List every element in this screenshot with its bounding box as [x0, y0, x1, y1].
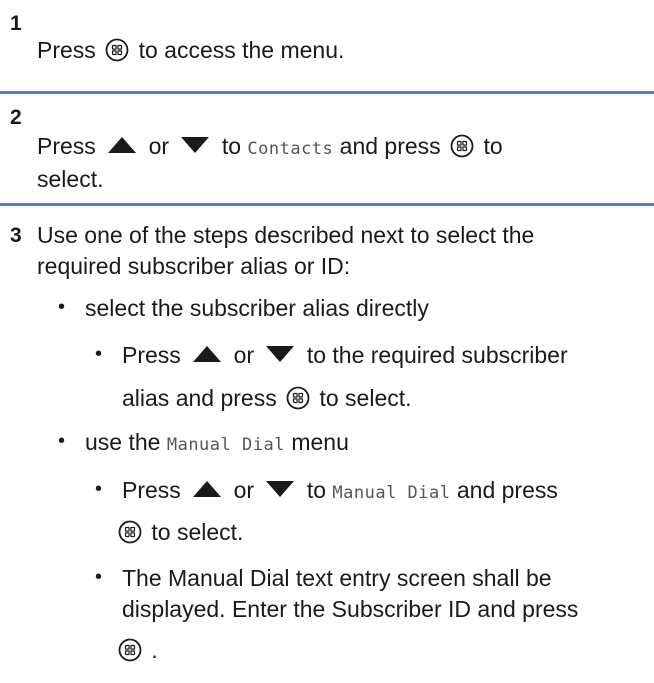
step-1-text: Press to access the menu.	[37, 36, 344, 64]
step-number: 3	[10, 224, 22, 247]
step-text: or	[148, 133, 170, 159]
step-text: and press	[456, 477, 558, 503]
bullet: •	[58, 430, 66, 452]
step-text: and press	[339, 133, 441, 159]
substep-line: displayed. Enter the Subscriber ID and p…	[122, 596, 579, 622]
step-divider	[0, 91, 654, 94]
menu-ok-button-icon	[450, 134, 474, 158]
step-text: Press	[122, 477, 181, 503]
step-text: to	[306, 477, 326, 503]
substep-line: Press or to the required subscriber	[122, 341, 568, 369]
bullet: •	[58, 296, 66, 318]
down-arrow-icon	[266, 346, 295, 362]
down-arrow-icon	[266, 481, 295, 497]
option-manual-dial: use the Manual Dial menu	[85, 428, 349, 459]
step-number: 1	[10, 12, 22, 35]
menu-ok-button-icon	[105, 38, 129, 62]
step-3-intro-line-2: required subscriber alias or ID:	[37, 253, 351, 279]
substep-line: The Manual Dial text entry screen shall …	[122, 565, 552, 591]
step-text: to the required subscriber	[306, 342, 568, 368]
substep-line: .	[118, 636, 158, 664]
up-arrow-icon	[193, 481, 222, 497]
step-text: to access the menu.	[138, 37, 345, 63]
menu-ok-button-icon	[286, 386, 310, 410]
option-direct-alias: select the subscriber alias directly	[85, 295, 429, 321]
bullet: •	[95, 566, 103, 588]
step-text: to	[483, 133, 503, 159]
step-text: Press	[122, 342, 181, 368]
step-text: Press	[37, 37, 96, 63]
step-2-line-1: Press or to Contacts and press to	[37, 132, 503, 163]
menu-item-manual-dial: Manual Dial	[166, 435, 285, 455]
step-text: or	[233, 477, 255, 503]
step-divider	[0, 203, 654, 206]
substep-line: alias and press to select.	[122, 384, 412, 412]
step-text: or	[233, 342, 255, 368]
step-text: to select.	[151, 519, 244, 545]
down-arrow-icon	[181, 137, 210, 153]
step-text: to	[221, 133, 241, 159]
step-3-intro-line-1: Use one of the steps described next to s…	[37, 222, 535, 248]
step-text: Press	[37, 133, 96, 159]
step-text: to select.	[319, 385, 412, 411]
bullet: •	[95, 343, 103, 365]
menu-ok-button-icon	[118, 638, 142, 662]
step-number: 2	[10, 106, 22, 129]
up-arrow-icon	[108, 137, 137, 153]
substep-line: to select.	[118, 518, 243, 546]
step-2-line-2: select.	[37, 166, 104, 192]
step-text: menu	[291, 429, 349, 455]
menu-item-manual-dial: Manual Dial	[332, 483, 451, 503]
substep-line: Press or to Manual Dial and press	[122, 476, 558, 507]
step-text: use the	[85, 429, 161, 455]
step-text: alias and press	[122, 385, 277, 411]
step-text: .	[151, 637, 158, 663]
menu-ok-button-icon	[118, 520, 142, 544]
up-arrow-icon	[193, 346, 222, 362]
bullet: •	[95, 478, 103, 500]
menu-item-contacts: Contacts	[247, 139, 334, 159]
